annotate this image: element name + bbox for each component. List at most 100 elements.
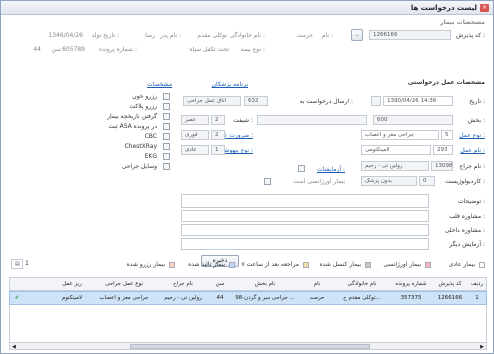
grid-header: ردیف کد پذیرش شماره پرونده نام خانوادگی نام ن… — [9, 277, 487, 291]
window-title: لیست درخواست ها — [410, 4, 477, 12]
legend-label: بیمار کنسل شده — [319, 261, 361, 268]
date-field[interactable]: 1390/04/26 14:36 — [383, 96, 453, 106]
spec-label: رزرو خون — [132, 93, 157, 100]
spec-checkbox[interactable] — [163, 133, 170, 140]
horizontal-scrollbar[interactable]: ◀ ▶ — [9, 342, 487, 350]
op-type-select[interactable]: جراحی مغز و اعصاب — [361, 130, 439, 140]
request-list-window: × لیست درخواست ها مشخصات بیمار کد پذیرش … — [0, 0, 494, 354]
table-cell: توکلی مقدم ح... — [343, 295, 381, 301]
admission-code-field[interactable]: 1266166 — [369, 30, 451, 40]
legend-swatch — [425, 262, 431, 268]
case-value: 605789 — [62, 46, 85, 53]
column-header[interactable]: نوع عمل جراحی — [92, 278, 156, 292]
doctor-schedule-link[interactable]: برنامه پزشکان — [212, 81, 248, 88]
op-type-link[interactable]: نوع عمل : — [459, 132, 485, 139]
cardiologist-select[interactable]: بدون پزشک — [361, 176, 417, 186]
page-icon[interactable]: ▤ — [11, 259, 23, 269]
spec-checkbox[interactable] — [163, 93, 170, 100]
request-section-title: مشخصات عمل درخواستی — [407, 79, 485, 86]
internal-consult-field[interactable] — [181, 224, 429, 236]
spec-checkbox[interactable] — [163, 103, 170, 110]
spec-checkbox[interactable] — [163, 163, 170, 170]
age-label: سن : — [51, 46, 65, 53]
urgency-code[interactable]: 2 — [211, 130, 225, 140]
column-header[interactable]: نام — [300, 278, 334, 292]
ward-label: بخش : — [467, 117, 485, 124]
father-label: نام پدر : — [160, 32, 181, 39]
tests-link[interactable]: آزمایشات : — [317, 166, 345, 173]
legend-label: بیمار رزرو شده — [126, 261, 165, 268]
shift-code[interactable]: 2 — [211, 115, 225, 125]
internal-consult-label: مشاوره داخلی : — [444, 227, 485, 234]
tests-checkbox[interactable] — [298, 165, 305, 172]
description-field[interactable] — [181, 194, 429, 208]
column-header[interactable]: سن — [210, 278, 230, 292]
legend-swatch — [479, 262, 485, 268]
cardio-consult-field[interactable] — [181, 210, 429, 222]
column-header[interactable]: نام جراح — [156, 278, 210, 292]
op-type-code[interactable]: 5 — [441, 130, 453, 140]
op-name-code[interactable]: 293 — [433, 145, 453, 155]
table-cell: حرمت — [309, 295, 325, 301]
other-tests-field[interactable] — [181, 238, 429, 250]
patient-section-title: مشخصات بیمار — [440, 19, 485, 26]
op-name-link[interactable]: نام عمل : — [460, 147, 485, 154]
urgency-select[interactable]: فوری — [181, 130, 209, 140]
table-cell: رولین تی - رحیم — [164, 295, 202, 301]
family-value: توکلی مقدم — [197, 32, 227, 39]
surgeon-label: نام جراح : — [459, 163, 485, 170]
table-cell: لامینکتوم — [61, 295, 83, 301]
spec-label: رزرو پلاکت — [129, 103, 158, 110]
insurance-value: تحت تکفل سپاه — [189, 46, 229, 53]
lookup-button[interactable]: .. — [351, 29, 363, 41]
column-header[interactable]: کد پذیرش — [432, 278, 468, 292]
legend-label: مراجعه بعد از ساعت ۷ — [241, 261, 299, 268]
column-header[interactable]: ریز عمل — [52, 278, 92, 292]
date-label: تاریخ : — [469, 98, 485, 105]
anesthesia-select[interactable]: عادی — [181, 145, 209, 155]
spec-label: ثبت ASA در پرونده — [108, 123, 157, 130]
legend-label: بیمار اورژانسی — [383, 261, 421, 268]
cardio-consult-label: مشاوره قلب : — [449, 213, 485, 220]
table-cell: 44 — [216, 295, 224, 301]
table-cell: جراحی مغز و اعصاب — [99, 295, 149, 301]
name-label: نام : — [321, 32, 333, 39]
column-header[interactable]: نام بخش — [230, 278, 300, 292]
ward-select[interactable] — [257, 115, 367, 125]
emergency-checkbox[interactable] — [264, 178, 271, 185]
spec-checkbox[interactable] — [163, 123, 170, 130]
name-value: حرمت — [296, 32, 313, 39]
page-number: 1 — [25, 260, 29, 267]
send-to-code[interactable]: 632 — [244, 96, 268, 106]
spec-checkbox[interactable] — [163, 113, 170, 120]
send-to-select[interactable]: اتاق عمل جراحی — [183, 96, 241, 106]
column-header[interactable]: نام خانوادگی — [334, 278, 390, 292]
birth-value: 1346/04/26 — [48, 32, 83, 39]
legend-label: بیمار عادی — [448, 261, 475, 268]
calendar-icon[interactable] — [371, 96, 381, 106]
shift-label: شیفت : — [233, 117, 253, 124]
father-value: رضا — [145, 32, 155, 39]
surgeon-select[interactable]: رولین تی - رحیم — [361, 161, 429, 171]
title-bar: × لیست درخواست ها — [1, 1, 493, 15]
ward-field[interactable]: 600 — [373, 115, 453, 125]
table-cell: 357375 — [400, 295, 422, 301]
close-icon[interactable]: × — [480, 4, 489, 12]
emergency-label: بیمار اورژانسی است — [292, 178, 345, 185]
specs-title[interactable]: مشخصات — [147, 81, 172, 88]
shift-select[interactable]: عصر — [181, 115, 209, 125]
surgeon-code[interactable]: 13098 — [431, 161, 453, 171]
column-header[interactable]: ردیف — [468, 278, 486, 292]
table-cell: 98-جراحی سر و گردن ... — [235, 295, 295, 301]
anesthesia-code[interactable]: 1 — [211, 145, 225, 155]
table-cell: 1 — [475, 295, 479, 301]
spec-checkbox[interactable] — [163, 143, 170, 150]
cardiologist-code[interactable]: 0 — [419, 176, 435, 186]
spec-checkbox[interactable] — [163, 153, 170, 160]
legend-swatch — [169, 262, 175, 268]
family-label: نام خانوادگی : — [229, 32, 265, 39]
op-name-select[interactable]: لامینکتومی — [361, 145, 431, 155]
table-row[interactable]: 1 1266166 357375 توکلی مقدم ح... حرمت 98-جراح… — [9, 291, 487, 305]
birth-label: تاریخ تولد : — [91, 32, 119, 39]
column-header[interactable]: شماره پرونده — [390, 278, 432, 292]
